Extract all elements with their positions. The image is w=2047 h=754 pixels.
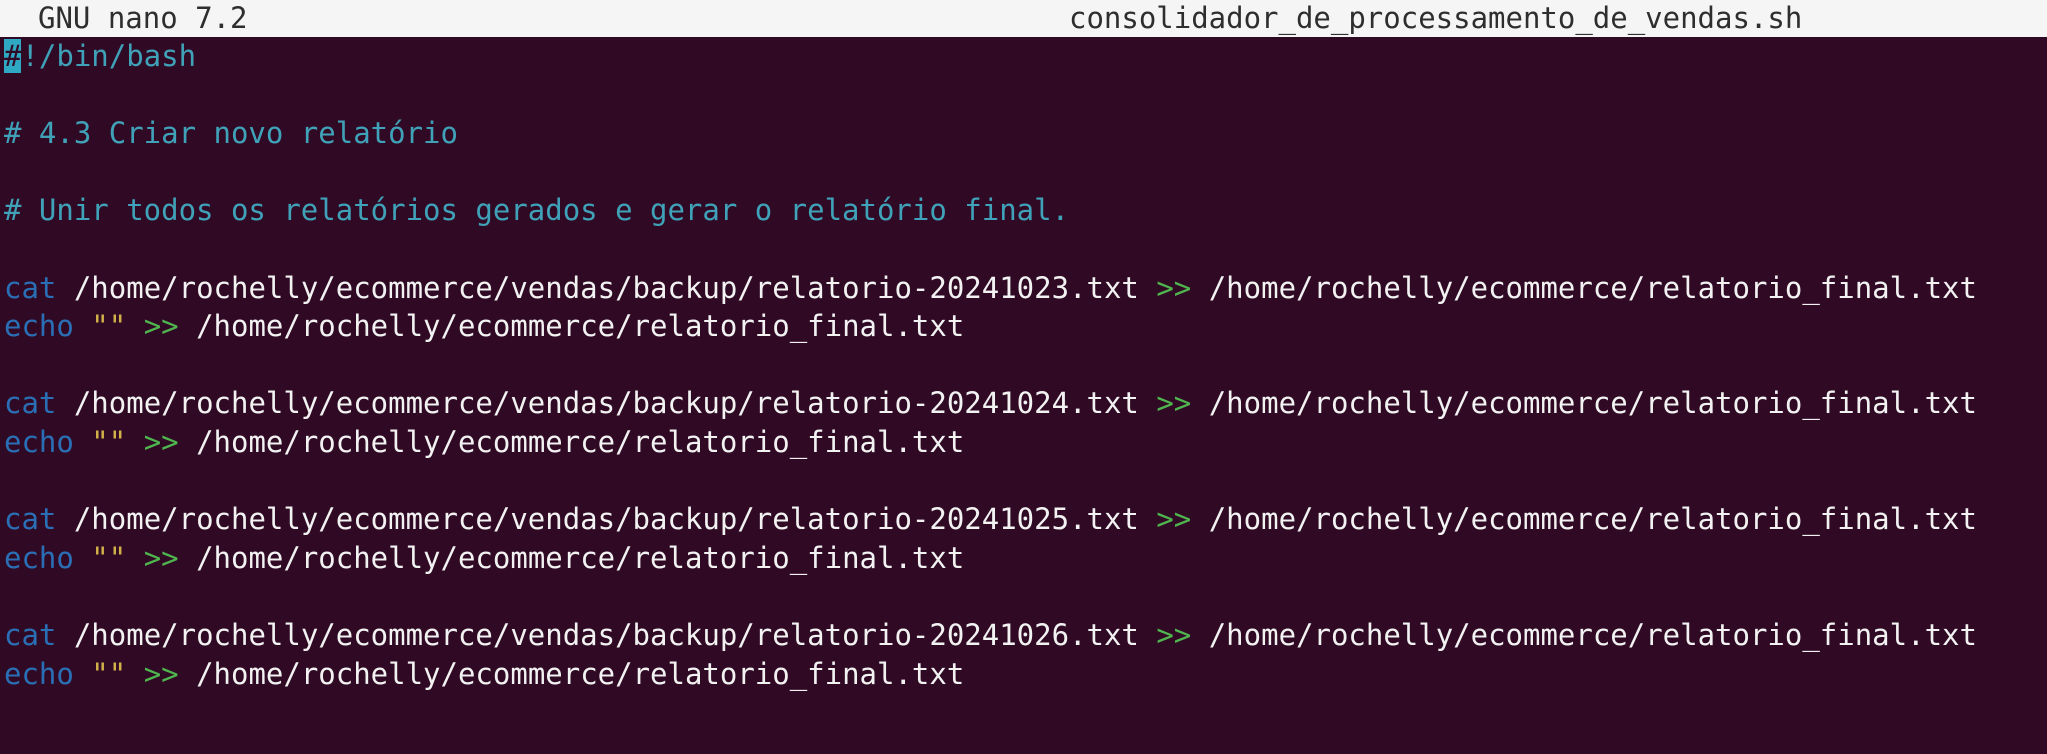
empty-string: "" [73,656,127,691]
nano-terminal-window[interactable]: GNU nano 7.2 consolidador_de_processamen… [0,0,2047,754]
append-operator: >> [126,656,179,691]
echo-command-line[interactable]: echo "" >> /home/rochelly/ecommerce/rela… [4,539,2047,578]
cat-keyword: cat [4,617,57,652]
echo-keyword: echo [4,540,74,575]
source-path: /home/rochelly/ecommerce/vendas/backup/r… [56,270,1157,305]
echo-keyword: echo [4,309,74,344]
empty-string: "" [73,424,127,459]
echo-command-line[interactable]: echo "" >> /home/rochelly/ecommerce/rela… [4,655,2047,694]
cat-command-line[interactable]: cat /home/rochelly/ecommerce/vendas/back… [4,269,2047,308]
cat-keyword: cat [4,502,57,537]
destination-path: /home/rochelly/ecommerce/relatorio_final… [178,540,965,575]
nano-title-bar: GNU nano 7.2 consolidador_de_processamen… [0,0,2047,37]
blank-line[interactable] [4,462,2047,501]
append-operator: >> [126,424,179,459]
source-path: /home/rochelly/ecommerce/vendas/backup/r… [56,617,1157,652]
comment-line[interactable]: # 4.3 Criar novo relatório [4,114,2047,153]
append-operator: >> [1156,617,1192,652]
source-path: /home/rochelly/ecommerce/vendas/backup/r… [56,502,1157,537]
destination-path: /home/rochelly/ecommerce/relatorio_final… [1191,270,1977,305]
append-operator: >> [1156,270,1192,305]
append-operator: >> [126,540,179,575]
comment-line[interactable]: # Unir todos os relatórios gerados e ger… [4,191,2047,230]
append-operator: >> [126,309,179,344]
echo-keyword: echo [4,424,74,459]
echo-command-line[interactable]: echo "" >> /home/rochelly/ecommerce/rela… [4,307,2047,346]
cat-command-line[interactable]: cat /home/rochelly/ecommerce/vendas/back… [4,616,2047,655]
blank-line[interactable] [4,153,2047,192]
blank-line[interactable] [4,346,2047,385]
cat-keyword: cat [4,386,57,421]
text-cursor[interactable]: # [4,39,22,73]
file-name: consolidador_de_processamento_de_vendas.… [1069,1,1803,35]
cat-command-line[interactable]: cat /home/rochelly/ecommerce/vendas/back… [4,384,2047,423]
echo-command-line[interactable]: echo "" >> /home/rochelly/ecommerce/rela… [4,423,2047,462]
shebang-text: !/bin/bash [21,39,197,73]
cat-command-line[interactable]: cat /home/rochelly/ecommerce/vendas/back… [4,500,2047,539]
destination-path: /home/rochelly/ecommerce/relatorio_final… [1191,386,1977,421]
empty-string: "" [73,540,127,575]
destination-path: /home/rochelly/ecommerce/relatorio_final… [1191,617,1977,652]
destination-path: /home/rochelly/ecommerce/relatorio_final… [178,424,965,459]
cat-keyword: cat [4,270,57,305]
echo-keyword: echo [4,656,74,691]
append-operator: >> [1156,386,1192,421]
blank-line[interactable] [4,230,2047,269]
destination-path: /home/rochelly/ecommerce/relatorio_final… [178,656,965,691]
empty-string: "" [73,309,127,344]
blank-line[interactable] [4,577,2047,616]
destination-path: /home/rochelly/ecommerce/relatorio_final… [1191,502,1977,537]
destination-path: /home/rochelly/ecommerce/relatorio_final… [178,309,965,344]
editor-version: GNU nano 7.2 [38,1,248,35]
append-operator: >> [1156,502,1192,537]
source-path: /home/rochelly/ecommerce/vendas/backup/r… [56,386,1157,421]
code-line-shebang[interactable]: #!/bin/bash [4,37,2047,76]
blank-line[interactable] [4,76,2047,115]
editor-buffer[interactable]: #!/bin/bash # 4.3 Criar novo relatório #… [4,37,2047,693]
